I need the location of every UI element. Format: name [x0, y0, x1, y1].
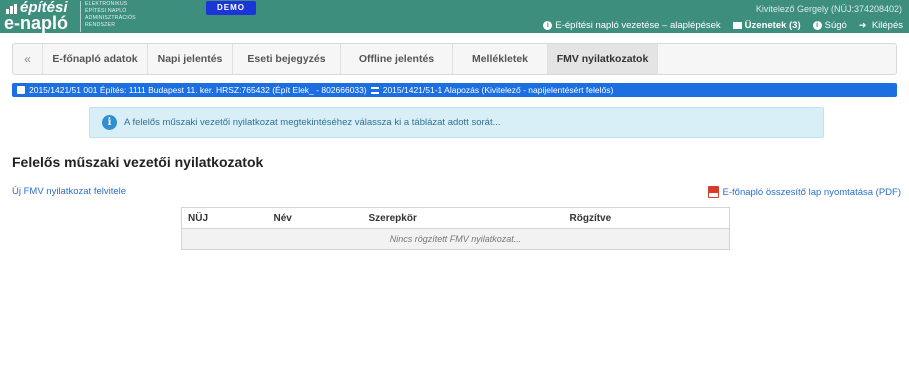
logout-link-label: Kilépés [871, 19, 903, 31]
list-icon [370, 86, 379, 94]
fmv-table: NÜJ Név Szerepkör Rögzítve Nincs rögzíte… [181, 207, 730, 250]
info-alert-text: A felelős műszaki vezetői nyilatkozat me… [124, 117, 501, 128]
tab-mellekletek[interactable]: Mellékletek [453, 44, 548, 74]
tab-bar: « E-főnapló adatok Napi jelentés Eseti b… [12, 43, 897, 75]
column-header-rogzitve[interactable]: Rögzítve [563, 207, 730, 229]
tab-offline-jelentes[interactable]: Offline jelentés [341, 44, 453, 74]
new-fmv-link[interactable]: Új FMV nyilatkozat felvitele [12, 186, 126, 197]
app-logo[interactable]: építési e-napló ELEKTRONIKUS ÉPÍTÉSI NAP… [4, 0, 136, 33]
demo-badge: DEMO [206, 1, 256, 15]
header-links: i E-építési napló vezetése – alaplépések… [531, 18, 903, 32]
context-project[interactable]: 2015/1421/51 001 Építés: 1111 Budapest 1… [29, 83, 367, 97]
info-circle-icon: i [543, 20, 553, 30]
table-row: Nincs rögzített FMV nyilatkozat... [181, 228, 730, 250]
column-header-szerepkor[interactable]: Szerepkör [362, 207, 564, 229]
context-bar: 2015/1421/51 001 Építés: 1111 Budapest 1… [12, 83, 897, 97]
logo-word-enaplo: e-napló [4, 13, 69, 33]
print-pdf-link[interactable]: E-főnapló összesítő lap nyomtatása (PDF) [707, 186, 901, 198]
column-header-nev[interactable]: Név [267, 207, 363, 229]
tab-e-fonaplo-adatok[interactable]: E-főnapló adatok [43, 44, 148, 74]
top-header-bar: építési e-napló ELEKTRONIKUS ÉPÍTÉSI NAP… [0, 0, 909, 33]
tab-eseti-bejegyzes[interactable]: Eseti bejegyzés [233, 44, 341, 74]
envelope-icon [732, 21, 742, 29]
info-icon: i [102, 115, 117, 130]
logo-subtitle: ELEKTRONIKUS ÉPÍTÉSI NAPLÓ ADMINISZTRÁCI… [80, 1, 136, 32]
empty-table-message: Nincs rögzített FMV nyilatkozat... [181, 228, 730, 250]
howto-link[interactable]: i E-építési napló vezetése – alaplépések [543, 19, 721, 31]
pdf-icon [707, 186, 719, 198]
table-header-row: NÜJ Név Szerepkör Rögzítve [181, 207, 730, 229]
tab-collapse-button[interactable]: « [13, 44, 43, 74]
tab-fmv-nyilatkozatok[interactable]: FMV nyilatkozatok [548, 44, 658, 74]
current-user: Kivitelező Gergely (NÜJ:374208402) [755, 4, 902, 14]
info-circle-icon: i [812, 20, 822, 30]
tab-napi-jelentes[interactable]: Napi jelentés [148, 44, 233, 74]
arrow-right-icon: ➜ [858, 19, 867, 30]
help-link[interactable]: i Súgó [812, 19, 847, 31]
page-title: Felelős műszaki vezetői nyilatkozatok [12, 154, 264, 170]
document-icon [17, 86, 25, 94]
info-alert: i A felelős műszaki vezetői nyilatkozat … [89, 107, 824, 138]
print-pdf-label: E-főnapló összesítő lap nyomtatása (PDF) [722, 186, 901, 198]
context-diary[interactable]: 2015/1421/51-1 Alapozás (Kivitelező - na… [383, 83, 614, 97]
logout-link[interactable]: ➜ Kilépés [859, 20, 903, 31]
howto-link-label: E-építési napló vezetése – alaplépések [555, 19, 721, 31]
help-link-label: Súgó [824, 19, 847, 31]
column-header-nuj[interactable]: NÜJ [181, 207, 268, 229]
messages-link[interactable]: Üzenetek (3) [732, 19, 801, 31]
messages-link-label: Üzenetek (3) [744, 19, 801, 31]
